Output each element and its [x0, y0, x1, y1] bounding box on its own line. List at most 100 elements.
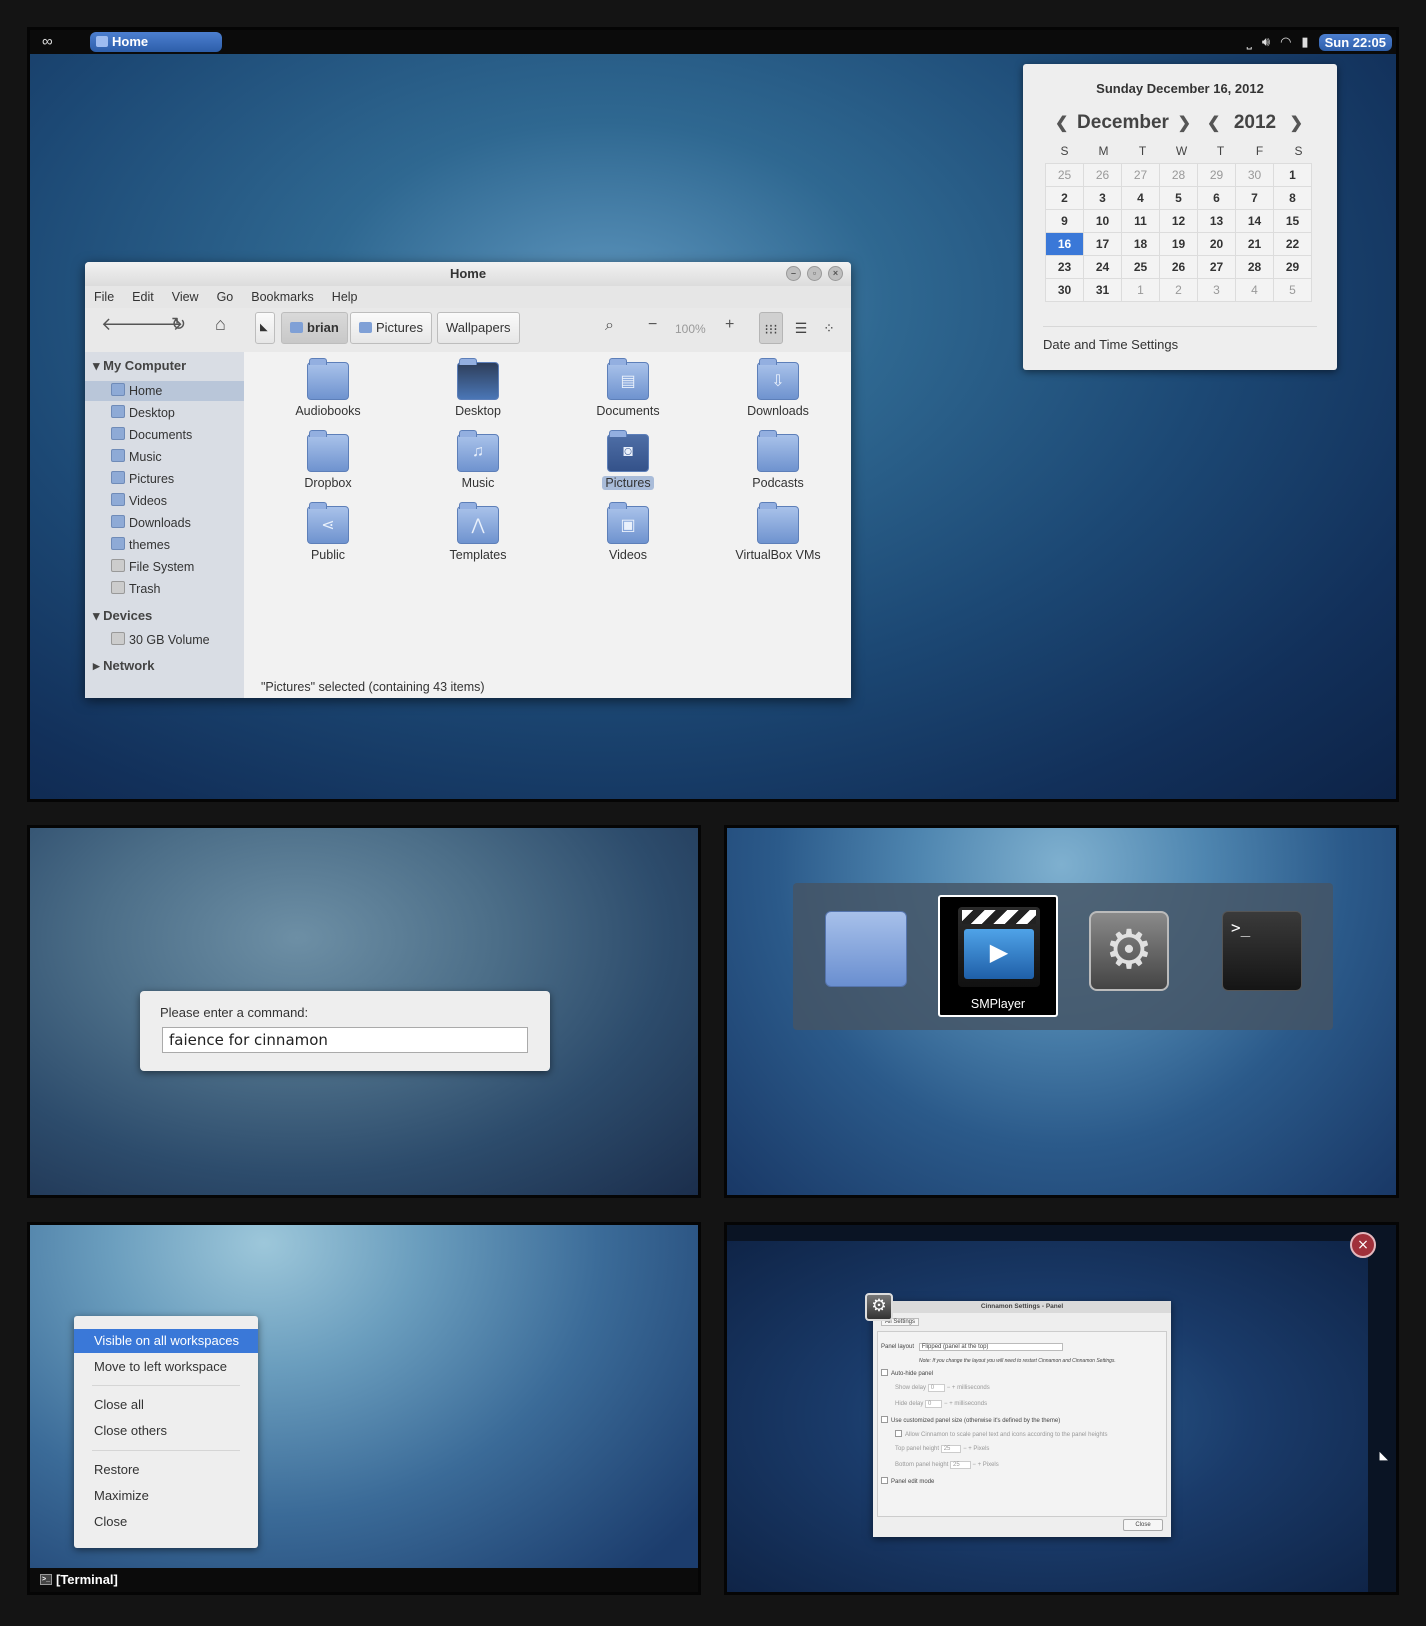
calendar-day[interactable]: 20 [1197, 232, 1236, 256]
calendar-day[interactable]: 30 [1045, 278, 1084, 302]
sidebar-item-home[interactable]: Home [111, 381, 162, 401]
allow-scale-checkbox[interactable]: Allow Cinnamon to scale panel text and i… [895, 1430, 1107, 1438]
file-item-public[interactable]: ⋖ Public [268, 502, 388, 562]
calendar-day[interactable]: 17 [1083, 232, 1122, 256]
calendar-day[interactable]: 26 [1159, 255, 1198, 279]
sidebar-item-volume[interactable]: 30 GB Volume [111, 630, 210, 650]
clock-button[interactable]: Sun 22:05 [1318, 33, 1392, 51]
alt-tab-item-smplayer[interactable]: ▶ SMPlayer [938, 895, 1058, 1017]
calendar-day[interactable]: 15 [1273, 209, 1312, 233]
calendar-day[interactable]: 26 [1083, 163, 1122, 187]
alt-tab-item-terminal[interactable]: >_ [1200, 895, 1320, 1017]
menu-item-close-all[interactable]: Close all [74, 1393, 258, 1417]
calendar-day[interactable]: 31 [1083, 278, 1122, 302]
battery-icon[interactable]: ▮ [1301, 34, 1308, 50]
calendar-day[interactable]: 22 [1273, 232, 1312, 256]
calendar-day[interactable]: 7 [1235, 186, 1274, 210]
calendar-day[interactable]: 13 [1197, 209, 1236, 233]
calendar-day[interactable]: 27 [1121, 163, 1160, 187]
calendar-day[interactable]: 25 [1045, 163, 1084, 187]
calendar-day[interactable]: 18 [1121, 232, 1160, 256]
show-delay-input[interactable]: 0 [927, 1384, 946, 1392]
sidebar-item-themes[interactable]: themes [111, 535, 170, 555]
file-item-pictures[interactable]: ◙ Pictures [568, 430, 688, 490]
sidebar-item-videos[interactable]: Videos [111, 491, 167, 511]
calendar-day[interactable]: 29 [1197, 163, 1236, 187]
calendar-day[interactable]: 11 [1121, 209, 1160, 233]
sidebar-item-desktop[interactable]: Desktop [111, 403, 175, 423]
file-item-audiobooks[interactable]: Audiobooks [268, 358, 388, 418]
list-view-button[interactable]: ☰ [789, 312, 813, 344]
calendar-day[interactable]: 24 [1083, 255, 1122, 279]
top-height-input[interactable]: 25 [940, 1445, 962, 1453]
icon-view-button[interactable]: ⁝⁝⁝ [759, 312, 783, 344]
date-time-settings-link[interactable]: Date and Time Settings [1043, 337, 1178, 352]
calendar-day[interactable]: 6 [1197, 186, 1236, 210]
calendar-day[interactable]: 19 [1159, 232, 1198, 256]
hide-delay-input[interactable]: 0 [925, 1400, 943, 1408]
calendar-day[interactable]: 3 [1083, 186, 1122, 210]
file-item-templates[interactable]: ⋀ Templates [418, 502, 538, 562]
close-button[interactable]: Close [1123, 1519, 1163, 1531]
file-item-desktop[interactable]: Desktop [418, 358, 538, 418]
calendar-day[interactable]: 3 [1197, 278, 1236, 302]
menu-item-close[interactable]: Close [74, 1510, 258, 1534]
search-icon[interactable]: ⌕ [605, 317, 614, 335]
menu-item-close-others[interactable]: Close others [74, 1419, 258, 1443]
sidebar-item-file-system[interactable]: File System [111, 557, 194, 577]
menu-item-visible-all-workspaces[interactable]: Visible on all workspaces [74, 1329, 258, 1353]
reload-icon[interactable]: ↻ [171, 314, 186, 335]
sidebar-item-trash[interactable]: Trash [111, 579, 161, 599]
file-item-virtualbox-vms[interactable]: VirtualBox VMs [718, 502, 838, 562]
sidebar-section-devices[interactable]: ▾ Devices [93, 608, 152, 624]
sidebar-section-my-computer[interactable]: ▾ My Computer [93, 358, 186, 374]
wifi-icon[interactable]: ◠ [1280, 34, 1291, 50]
home-icon[interactable]: ⌂ [215, 314, 226, 335]
calendar-day[interactable]: 2 [1159, 278, 1198, 302]
menu-item-move-left-workspace[interactable]: Move to left workspace [74, 1355, 258, 1379]
file-item-videos[interactable]: ▣ Videos [568, 502, 688, 562]
calendar-day[interactable]: 10 [1083, 209, 1122, 233]
calendar-day[interactable]: 4 [1121, 186, 1160, 210]
path-toggle-button[interactable]: ◣ [255, 312, 275, 344]
compact-view-button[interactable]: ⁘ [817, 312, 841, 344]
cinnamon-settings-window[interactable]: Cinnamon Settings - Panel All Settings P… [873, 1301, 1171, 1537]
prev-year-icon[interactable]: ❮ [1207, 113, 1220, 133]
calendar-day[interactable]: 14 [1235, 209, 1274, 233]
calendar-day[interactable]: 9 [1045, 209, 1084, 233]
menu-item-restore[interactable]: Restore [74, 1458, 258, 1482]
calendar-day[interactable]: 30 [1235, 163, 1274, 187]
sidebar-item-documents[interactable]: Documents [111, 425, 192, 445]
calendar-day[interactable]: 27 [1197, 255, 1236, 279]
menu-item-maximize[interactable]: Maximize [74, 1484, 258, 1508]
zoom-in-icon[interactable]: + [725, 316, 734, 334]
zoom-out-icon[interactable]: − [648, 316, 657, 334]
file-item-downloads[interactable]: ⇩ Downloads [718, 358, 838, 418]
sidebar-section-network[interactable]: ▸ Network [93, 658, 154, 674]
custom-size-checkbox[interactable]: Use customized panel size (otherwise it'… [881, 1416, 1060, 1424]
close-icon[interactable]: × [828, 266, 843, 281]
volume-icon[interactable]: 🔊︎ [1262, 34, 1270, 50]
alt-tab-item-settings[interactable]: ⚙ [1069, 895, 1189, 1017]
next-year-icon[interactable]: ❯ [1290, 113, 1303, 133]
sidebar-item-pictures[interactable]: Pictures [111, 469, 174, 489]
window-titlebar[interactable]: Home – ▫ × [85, 262, 851, 286]
calendar-day[interactable]: 12 [1159, 209, 1198, 233]
calendar-day[interactable]: 28 [1235, 255, 1274, 279]
window-list-button-home[interactable]: Home [90, 32, 222, 52]
path-crumb-brian[interactable]: brian [281, 312, 348, 344]
next-month-icon[interactable]: ❯ [1178, 113, 1191, 133]
calendar-day[interactable]: 23 [1045, 255, 1084, 279]
calendar-day[interactable]: 5 [1273, 278, 1312, 302]
file-item-documents[interactable]: ▤ Documents [568, 358, 688, 418]
path-crumb-pictures[interactable]: Pictures [350, 312, 432, 344]
auto-hide-checkbox[interactable]: Auto-hide panel [881, 1369, 933, 1377]
close-workspace-icon[interactable]: × [1350, 1232, 1376, 1258]
calendar-day[interactable]: 25 [1121, 255, 1160, 279]
calendar-day[interactable]: 1 [1121, 278, 1160, 302]
command-input[interactable]: faience for cinnamon [162, 1027, 528, 1053]
file-item-podcasts[interactable]: Podcasts [718, 430, 838, 490]
menu-help[interactable]: Help [323, 286, 367, 308]
menu-edit[interactable]: Edit [123, 286, 163, 308]
keyboard-icon[interactable]: ⎵ [1247, 34, 1252, 50]
